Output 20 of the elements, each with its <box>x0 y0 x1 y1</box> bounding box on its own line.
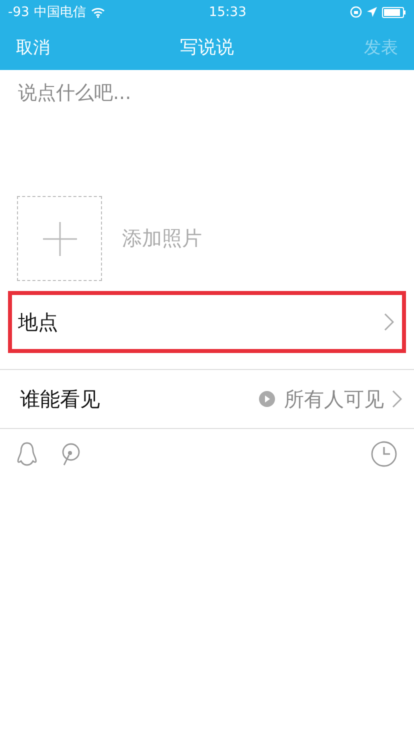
page-title: 写说说 <box>180 36 234 59</box>
visibility-label: 谁能看见 <box>20 386 100 412</box>
rotation-lock-icon <box>350 6 362 18</box>
carrier-name: 中国电信 <box>34 4 86 21</box>
battery-icon <box>382 6 406 18</box>
chevron-right-icon <box>392 390 402 408</box>
status-time: 15:33 <box>208 4 246 20</box>
location-row[interactable]: 地点 <box>8 291 406 353</box>
signal-strength: -93 <box>8 4 30 20</box>
visibility-value: 所有人可见 <box>284 386 384 412</box>
wifi-icon <box>91 6 106 18</box>
add-photo-button[interactable] <box>17 196 102 281</box>
chevron-right-icon <box>384 313 394 331</box>
location-arrow-icon <box>366 7 377 17</box>
penguin-icon[interactable] <box>17 442 37 466</box>
clock-icon[interactable] <box>371 441 397 467</box>
add-photo-label: 添加照片 <box>122 225 202 252</box>
plus-icon <box>42 222 76 256</box>
location-label: 地点 <box>18 308 58 336</box>
visibility-row[interactable]: 谁能看见 所有人可见 <box>0 369 414 429</box>
